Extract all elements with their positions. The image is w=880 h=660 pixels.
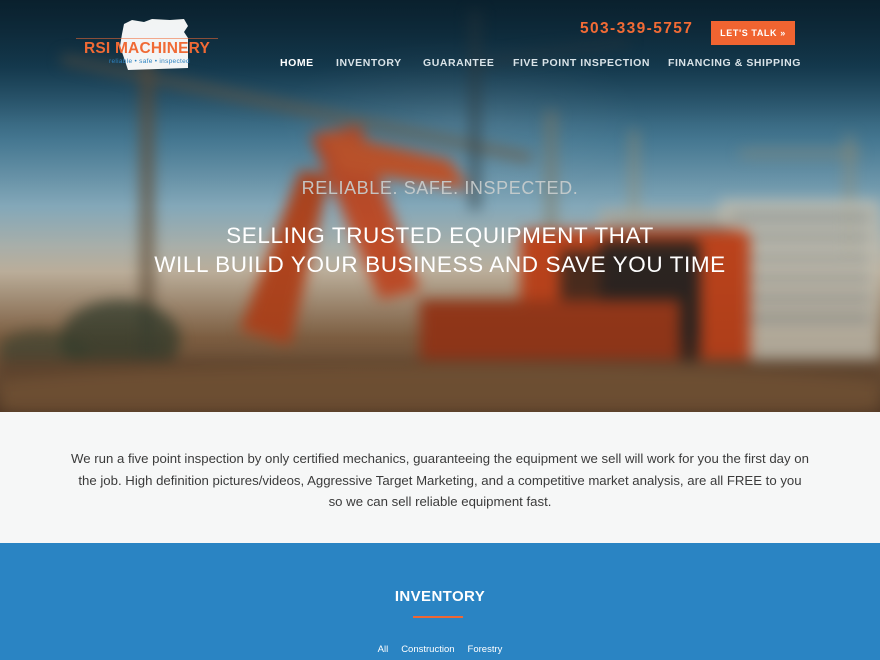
nav-item-inventory[interactable]: INVENTORY	[336, 57, 402, 69]
inventory-filters: All Construction Forestry	[0, 644, 880, 655]
hero-section: RSI MACHINERY reliable • safe • inspecte…	[0, 0, 880, 412]
filter-forestry[interactable]: Forestry	[468, 644, 503, 655]
intro-section: We run a five point inspection by only c…	[0, 412, 880, 543]
logo-tagline: reliable • safe • inspected	[109, 58, 190, 65]
hero-title-line-2: WILL BUILD YOUR BUSINESS AND SAVE YOU TI…	[154, 252, 726, 277]
filter-all[interactable]: All	[378, 644, 389, 655]
phone-number[interactable]: 503-339-5757	[580, 20, 693, 38]
brand-logo[interactable]: RSI MACHINERY reliable • safe • inspecte…	[76, 18, 222, 74]
nav-item-five-point-inspection[interactable]: FIVE POINT INSPECTION	[513, 57, 650, 69]
hero-title-line-1: SELLING TRUSTED EQUIPMENT THAT	[226, 223, 654, 248]
inventory-heading-underline	[413, 616, 463, 618]
hero-title: SELLING TRUSTED EQUIPMENT THAT WILL BUIL…	[0, 221, 880, 279]
inventory-section: INVENTORY All Construction Forestry	[0, 543, 880, 660]
nav-item-guarantee[interactable]: GUARANTEE	[423, 57, 494, 69]
filter-construction[interactable]: Construction	[401, 644, 454, 655]
inventory-heading: INVENTORY	[394, 588, 486, 605]
main-nav: HOME INVENTORY GUARANTEE FIVE POINT INSP…	[280, 57, 800, 71]
nav-item-home[interactable]: HOME	[280, 57, 314, 69]
nav-item-financing-shipping[interactable]: FINANCING & SHIPPING	[668, 57, 801, 69]
hero-subtitle: RELIABLE. SAFE. INSPECTED.	[301, 178, 579, 198]
intro-paragraph: We run a five point inspection by only c…	[71, 451, 809, 509]
logo-wordmark: RSI MACHINERY	[84, 40, 211, 57]
logo-rule	[76, 38, 218, 39]
lets-talk-button[interactable]: LET'S TALK »	[711, 21, 795, 45]
